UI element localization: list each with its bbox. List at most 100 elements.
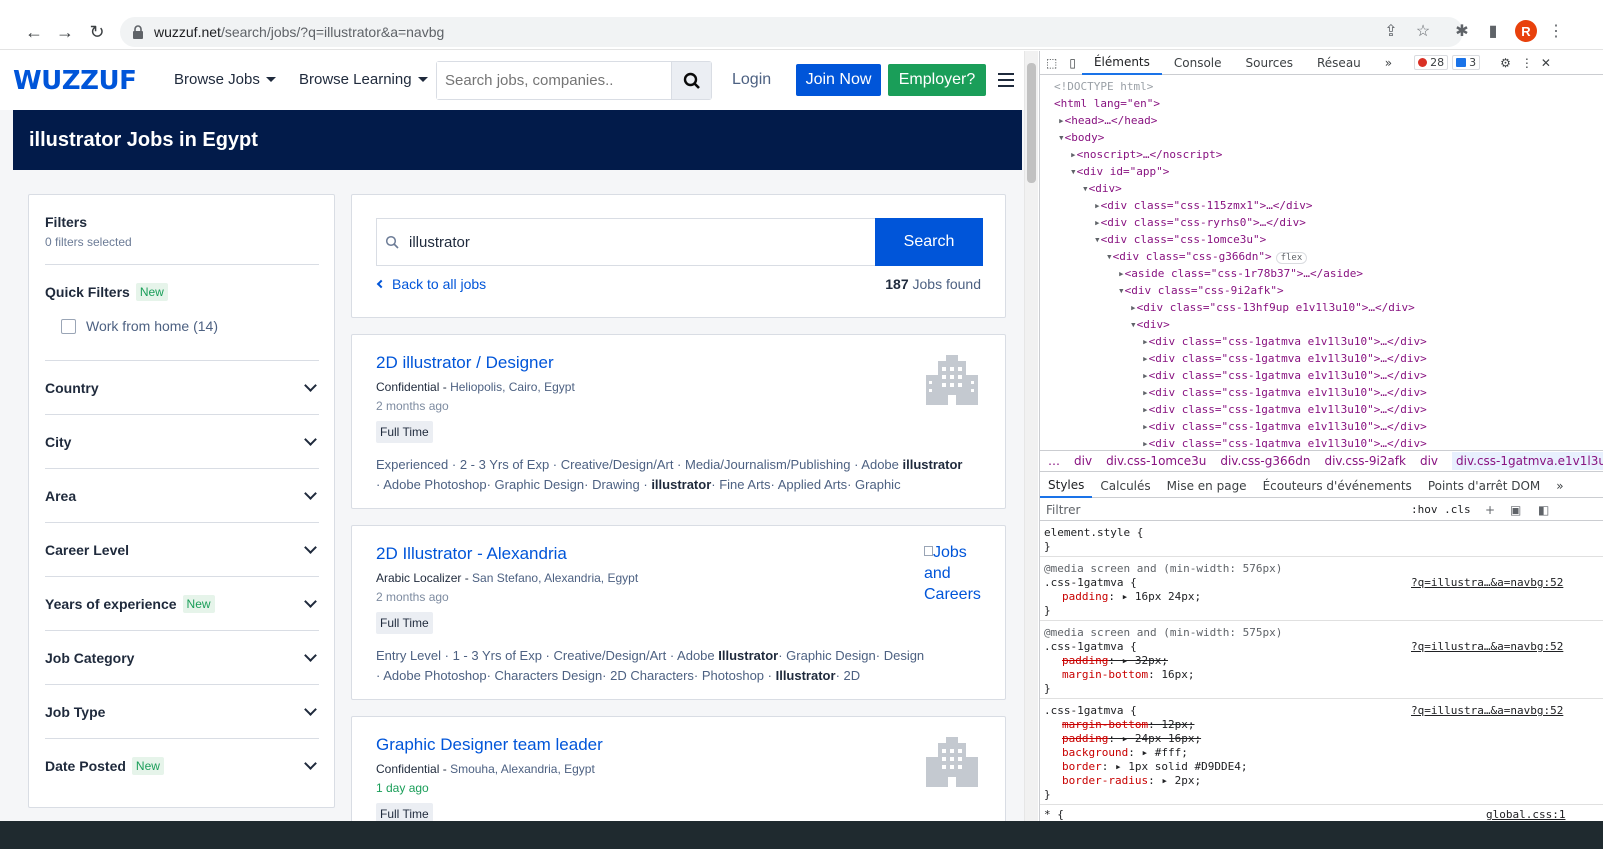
browse-jobs-menu[interactable]: Browse Jobs [174,71,276,88]
dom-node[interactable]: ▾<div> [1130,316,1170,333]
dom-node[interactable]: <!DOCTYPE html> [1054,78,1153,95]
breadcrumb-item[interactable]: div.css-1omce3u [1106,454,1206,468]
rule-source-link[interactable]: ?q=illustra…&a=navbg:52 [1411,704,1563,718]
dom-node[interactable]: ▸<aside class="css-1r78b37">…</aside> [1118,265,1363,282]
dom-node[interactable]: ▾<div class="css-9i2afk"> [1118,282,1284,299]
reload-icon[interactable]: ↻ [85,20,109,44]
message-count-badge[interactable]: 3 [1452,55,1481,70]
job-title-link[interactable]: 2D illustrator / Designer [376,353,554,373]
tab-sources[interactable]: Sources [1234,51,1305,75]
dom-node[interactable]: ▸<noscript>…</noscript> [1070,146,1222,163]
breadcrumb-item-selected[interactable]: div.css-1gatmva.e1v1l3u10 [1452,452,1603,470]
devtools-menu-icon[interactable]: ⋮ [1517,51,1537,75]
dom-node[interactable]: ▸<div class="css-13hf9up e1v1l3u10">…</d… [1130,299,1415,316]
css-rules[interactable]: element.style { } @media screen and (min… [1040,522,1603,821]
dom-node[interactable]: ▾<div class="css-1omce3u"> [1094,231,1266,248]
filter-country[interactable]: Country [45,360,319,414]
inspect-element-icon[interactable]: ⬚ [1040,51,1063,75]
dom-node[interactable]: ▾<div> [1082,180,1122,197]
tab-network[interactable]: Réseau [1305,51,1373,75]
breadcrumb-item[interactable]: … [1048,454,1060,468]
dom-node[interactable]: ▸<head>…</head> [1058,112,1157,129]
dom-node[interactable]: ▸<div class="css-1gatmva e1v1l3u10">…</d… [1142,401,1427,418]
rule-selector[interactable]: element.style { [1044,526,1143,540]
kebab-menu-icon[interactable]: ⋮ [1546,21,1566,41]
login-link[interactable]: Login [732,71,771,89]
toggle-element-state-icon[interactable]: ▣ [1510,503,1521,517]
new-rule-icon[interactable]: + [1485,503,1495,517]
toggle-sidebar-icon[interactable]: ◧ [1538,503,1549,517]
breadcrumb-item[interactable]: div.css-9i2afk [1324,454,1406,468]
job-search-input[interactable]: illustrator [376,218,876,266]
css-declaration[interactable]: padding: ▸ 16px 24px; [1062,590,1201,604]
css-declaration[interactable]: margin-bottom: 16px; [1062,668,1194,682]
work-from-home-option[interactable]: Work from home (14) [61,318,218,334]
dom-node[interactable]: ▸<div class="css-1gatmva e1v1l3u10">…</d… [1142,384,1427,401]
dom-node[interactable]: ▸<div class="css-1gatmva e1v1l3u10">…</d… [1142,367,1427,384]
flex-badge[interactable]: flex [1275,252,1308,264]
css-declaration[interactable]: border-radius: ▸ 2px; [1062,774,1201,788]
dom-node[interactable]: ▸<div class="css-1gatmva e1v1l3u10">…</d… [1142,418,1427,435]
rule-selector[interactable]: .css-1gatmva { [1044,640,1137,654]
job-title-link[interactable]: 2D Illustrator - Alexandria [376,544,567,564]
wuzzuf-logo[interactable]: WUZZUF [13,66,137,96]
filter-years-of-experience[interactable]: Years of experience New [45,576,319,630]
device-toolbar-icon[interactable]: ▯ [1063,51,1082,75]
job-type-tag[interactable]: Full Time [376,612,433,634]
dom-node[interactable]: ▸<div class="css-1gatmva e1v1l3u10">…</d… [1142,435,1427,448]
dom-node[interactable]: ▸<div class="css-1gatmva e1v1l3u10">…</d… [1142,333,1427,350]
tab-elements[interactable]: Éléments [1081,51,1162,75]
rule-source-link[interactable]: ?q=illustra…&a=navbg:52 [1411,576,1563,590]
dom-node[interactable]: ▸<div class="css-ryrhs0">…</div> [1094,214,1306,231]
hov-cls-toggles[interactable]: :hov .cls [1411,503,1471,516]
error-count-badge[interactable]: 28 [1414,55,1449,70]
work-from-home-checkbox[interactable] [61,318,76,334]
settings-gear-icon[interactable]: ⚙ [1494,51,1517,75]
tab-dom-breakpoints[interactable]: Points d'arrêt DOM [1420,474,1548,498]
dom-node[interactable]: ▸<div class="css-115zmx1">…</div> [1094,197,1313,214]
back-to-all-jobs-link[interactable]: Back to all jobs [376,276,486,292]
filter-date-posted[interactable]: Date Posted New [45,738,319,792]
more-tabs[interactable]: » [1373,51,1404,75]
rule-source-link[interactable]: global.css:1 [1486,808,1565,821]
forward-arrow-icon[interactable]: → [53,20,77,44]
rule-selector[interactable]: .css-1gatmva { [1044,576,1137,590]
css-declaration[interactable]: background: ▸ #fff; [1062,746,1188,760]
browse-learning-menu[interactable]: Browse Learning [299,71,428,88]
breadcrumb-item[interactable]: div [1074,454,1092,468]
job-title-link[interactable]: Graphic Designer team leader [376,735,603,755]
join-now-button[interactable]: Join Now [796,64,881,96]
filter-area[interactable]: Area [45,468,319,522]
css-declaration-overridden[interactable]: padding: ▸ 24px 16px; [1062,732,1201,746]
close-icon[interactable]: ✕ [1537,51,1555,75]
tab-computed[interactable]: Calculés [1092,474,1158,498]
dom-node[interactable]: ▸<div class="css-1gatmva e1v1l3u10">…</d… [1142,350,1427,367]
dom-node[interactable]: <html lang="en"> [1054,95,1160,112]
page-scrollbar[interactable] [1024,51,1038,821]
styles-filter[interactable]: Filtrer :hov .cls + ▣ ◧ [1040,499,1603,521]
breadcrumb-item[interactable]: div [1420,454,1438,468]
rule-selector[interactable]: * { [1044,808,1064,821]
tab-event-listeners[interactable]: Écouteurs d'événements [1255,474,1420,498]
css-declaration-overridden[interactable]: padding: ▸ 32px; [1062,654,1168,668]
tab-styles[interactable]: Styles [1040,474,1093,498]
filter-job-category[interactable]: Job Category [45,630,319,684]
back-arrow-icon[interactable]: ← [22,20,46,44]
company-name[interactable]: Confidential - [376,762,447,776]
dom-node[interactable]: ▾<div id="app"> [1070,163,1169,180]
tab-console[interactable]: Console [1162,51,1234,75]
css-declaration[interactable]: border: ▸ 1px solid #D9DDE4; [1062,760,1247,774]
employer-button[interactable]: Employer? [888,64,986,96]
company-name[interactable]: Arabic Localizer - [376,571,469,585]
company-name[interactable]: Confidential - [376,380,447,394]
address-bar[interactable]: wuzzuf.net/search/jobs/?q=illustrator&a=… [120,17,1463,47]
breadcrumb-item[interactable]: div.css-g366dn [1220,454,1310,468]
dom-tree[interactable]: <!DOCTYPE html> <html lang="en"> ▸<head>… [1040,76,1603,448]
bookmark-star-icon[interactable]: ☆ [1413,21,1433,41]
scrollbar-thumb[interactable] [1027,63,1036,183]
filter-city[interactable]: City [45,414,319,468]
dom-node[interactable]: ▾<body> [1058,129,1104,146]
share-icon[interactable]: ⇪ [1381,21,1401,41]
profile-avatar[interactable]: R [1515,20,1537,42]
side-panel-icon[interactable]: ▮ [1483,21,1503,41]
